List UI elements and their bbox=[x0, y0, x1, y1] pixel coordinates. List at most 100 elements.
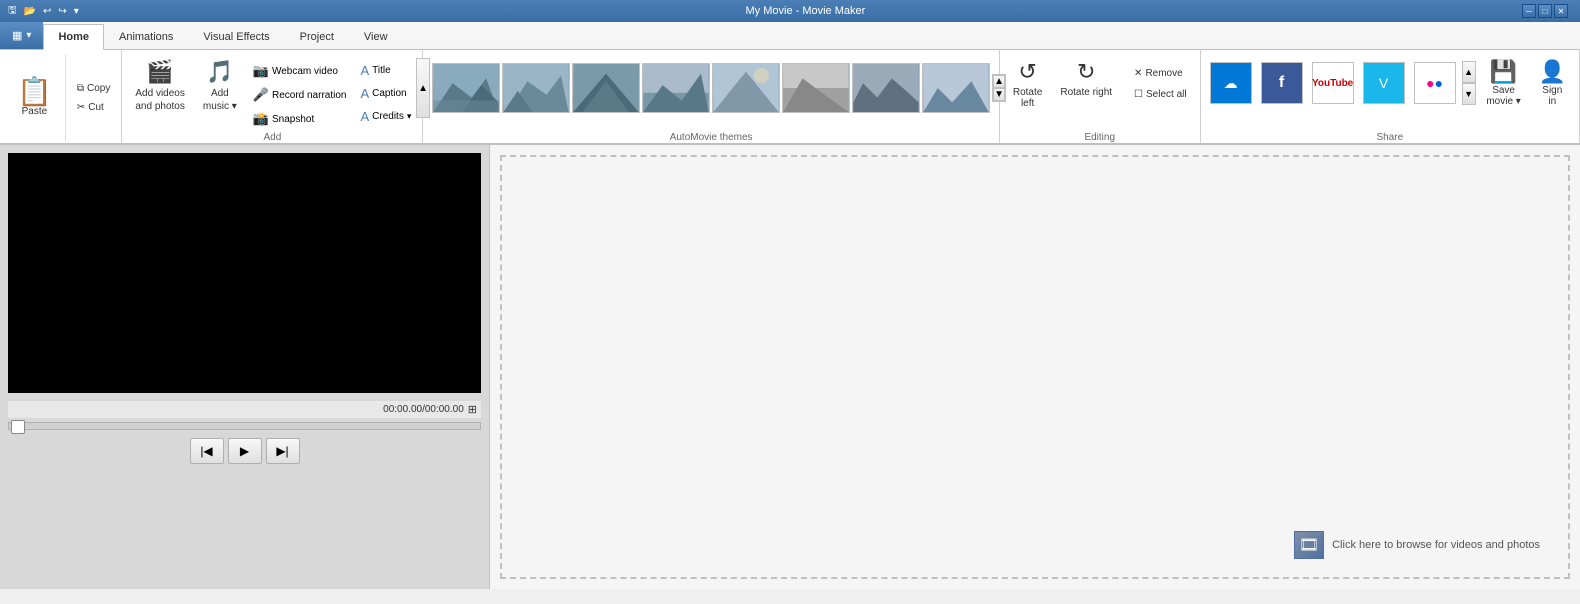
title-bar: 🖫 📂 ↩ ↪ ▾ My Movie - Movie Maker ─ □ ✕ bbox=[0, 0, 1580, 22]
tab-home[interactable]: Home bbox=[43, 24, 104, 50]
timeline-thumb[interactable] bbox=[11, 420, 25, 434]
share-scroll-up[interactable]: ▲ bbox=[1462, 61, 1476, 83]
editing-secondary: ✕ Remove ☐ Select all bbox=[1127, 54, 1194, 114]
webcam-video-button[interactable]: 📷 Webcam video bbox=[248, 60, 352, 82]
caption-icon: A bbox=[360, 86, 369, 101]
credits-label: Credits bbox=[372, 111, 404, 122]
rotate-left-icon: ↺ bbox=[1018, 59, 1036, 85]
browse-icon: 🎞 bbox=[1294, 531, 1324, 559]
add-group-label: Add bbox=[128, 130, 416, 143]
maximize-button[interactable]: □ bbox=[1538, 4, 1552, 18]
film-icon: 🎞 bbox=[1299, 535, 1319, 555]
tab-animations[interactable]: Animations bbox=[104, 24, 188, 49]
flickr-icon: ●● bbox=[1414, 62, 1456, 104]
quick-access-dropdown[interactable]: ▾ bbox=[72, 5, 81, 18]
cut-label: Cut bbox=[88, 102, 104, 113]
copy-button[interactable]: ⧉ Copy bbox=[70, 80, 118, 97]
tab-project[interactable]: Project bbox=[285, 24, 349, 49]
play-pause-button[interactable]: ▶ bbox=[228, 438, 262, 464]
theme-item[interactable] bbox=[432, 63, 500, 113]
facebook-button[interactable]: f bbox=[1258, 59, 1306, 107]
vimeo-button[interactable]: V bbox=[1360, 59, 1408, 107]
share-buttons: ☁ f YouTube V ●● ▲ ▼ bbox=[1207, 54, 1573, 112]
save-movie-button[interactable]: 💾 Savemovie ▾ bbox=[1479, 54, 1529, 112]
file-label: ▾ bbox=[26, 30, 31, 41]
automovie-themes: ▲ bbox=[416, 54, 1006, 122]
file-button[interactable]: ▦ ▾ bbox=[0, 22, 43, 49]
copy-label: Copy bbox=[87, 83, 110, 94]
editing-group: ↺ Rotateleft ↻ Rotate right ✕ Remove ☐ bbox=[1000, 50, 1201, 143]
remove-button[interactable]: ✕ Remove bbox=[1127, 65, 1194, 82]
tab-view[interactable]: View bbox=[349, 24, 403, 49]
tab-visual-effects[interactable]: Visual Effects bbox=[188, 24, 284, 49]
rotate-left-button[interactable]: ↺ Rotateleft bbox=[1006, 54, 1049, 114]
add-music-button[interactable]: 🎵 Addmusic ▾ bbox=[196, 54, 244, 130]
snapshot-icon: 📸 bbox=[253, 111, 269, 127]
youtube-icon: YouTube bbox=[1312, 62, 1354, 104]
quick-access-toolbar: 🖫 📂 ↩ ↪ ▾ bbox=[6, 2, 81, 21]
browse-hint[interactable]: 🎞 Click here to browse for videos and ph… bbox=[1294, 531, 1540, 559]
ribbon-content: 📋 Paste ⧉ Copy ✂ Cut 🎬 bbox=[0, 50, 1580, 144]
rotate-left-label: Rotateleft bbox=[1013, 87, 1042, 109]
rotate-right-label: Rotate right bbox=[1060, 87, 1112, 98]
onedrive-button[interactable]: ☁ bbox=[1207, 59, 1255, 107]
facebook-icon: f bbox=[1261, 62, 1303, 104]
credits-dropdown-icon: ▾ bbox=[407, 111, 412, 122]
webcam-icon: 📷 bbox=[253, 63, 269, 79]
window-title: My Movie - Movie Maker bbox=[89, 5, 1522, 17]
clipboard-group: 📋 Paste ⧉ Copy ✂ Cut bbox=[0, 50, 122, 143]
save-movie-label: Savemovie ▾ bbox=[1486, 85, 1520, 107]
share-scroll-down[interactable]: ▼ bbox=[1462, 83, 1476, 105]
minimize-button[interactable]: ─ bbox=[1522, 4, 1536, 18]
record-narration-button[interactable]: 🎤 Record narration bbox=[248, 84, 352, 106]
rotate-right-button[interactable]: ↻ Rotate right bbox=[1053, 54, 1119, 114]
timeline-scrubber[interactable] bbox=[8, 422, 481, 430]
redo-button[interactable]: ↪ bbox=[56, 5, 68, 18]
open-button[interactable]: 📂 bbox=[22, 5, 38, 18]
add-videos-photos-button[interactable]: 🎬 Add videosand photos bbox=[128, 54, 192, 130]
paste-section: 📋 Paste bbox=[4, 54, 66, 141]
select-all-icon: ☐ bbox=[1134, 89, 1143, 100]
window-controls: ─ □ ✕ bbox=[1522, 4, 1568, 18]
youtube-button[interactable]: YouTube bbox=[1309, 59, 1357, 107]
snapshot-button[interactable]: 📸 Snapshot bbox=[248, 108, 352, 130]
themes-scroll-up[interactable]: ▲ bbox=[416, 58, 430, 118]
video-preview bbox=[8, 153, 481, 393]
new-button[interactable]: 🖫 bbox=[6, 2, 19, 21]
time-code: 00:00.00/00:00.00 bbox=[383, 404, 464, 415]
storyboard-panel[interactable]: 🎞 Click here to browse for videos and ph… bbox=[490, 145, 1580, 589]
ribbon-tabs: ▦ ▾ Home Animations Visual Effects Proje… bbox=[0, 22, 1580, 50]
paste-button[interactable]: 📋 Paste bbox=[10, 73, 59, 122]
theme-item[interactable] bbox=[572, 63, 640, 113]
storyboard-drop-area bbox=[500, 155, 1570, 579]
title-label: Title bbox=[372, 65, 391, 76]
theme-item[interactable] bbox=[642, 63, 710, 113]
select-all-button[interactable]: ☐ Select all bbox=[1127, 86, 1194, 103]
add-text-buttons: A Title A Caption A Credits ▾ bbox=[355, 54, 416, 130]
next-frame-button[interactable]: ▶| bbox=[266, 438, 300, 464]
undo-button[interactable]: ↩ bbox=[41, 5, 53, 18]
automovie-group: ▲ bbox=[423, 50, 1000, 143]
caption-button[interactable]: A Caption bbox=[355, 83, 416, 104]
record-narration-label: Record narration bbox=[272, 90, 346, 101]
theme-item[interactable] bbox=[852, 63, 920, 113]
theme-item[interactable] bbox=[922, 63, 990, 113]
flickr-button[interactable]: ●● bbox=[1411, 59, 1459, 107]
clipboard-commands: ⧉ Copy ✂ Cut bbox=[70, 54, 118, 141]
title-button[interactable]: A Title bbox=[355, 60, 416, 81]
playback-controls: |◀ ▶ ▶| bbox=[8, 438, 481, 464]
remove-label: Remove bbox=[1145, 68, 1182, 79]
theme-item[interactable] bbox=[712, 63, 780, 113]
rotate-right-icon: ↻ bbox=[1077, 59, 1095, 85]
credits-button[interactable]: A Credits ▾ bbox=[355, 106, 416, 127]
theme-item[interactable] bbox=[502, 63, 570, 113]
prev-frame-button[interactable]: |◀ bbox=[190, 438, 224, 464]
close-button[interactable]: ✕ bbox=[1554, 4, 1568, 18]
sign-in-button[interactable]: 👤 Signin bbox=[1532, 54, 1573, 112]
theme-item[interactable] bbox=[782, 63, 850, 113]
select-all-label: Select all bbox=[1146, 89, 1187, 100]
cut-button[interactable]: ✂ Cut bbox=[70, 99, 118, 116]
add-videos-icon: 🎬 bbox=[146, 59, 173, 85]
expand-preview-button[interactable]: ⊞ bbox=[468, 403, 477, 416]
webcam-label: Webcam video bbox=[272, 66, 338, 77]
